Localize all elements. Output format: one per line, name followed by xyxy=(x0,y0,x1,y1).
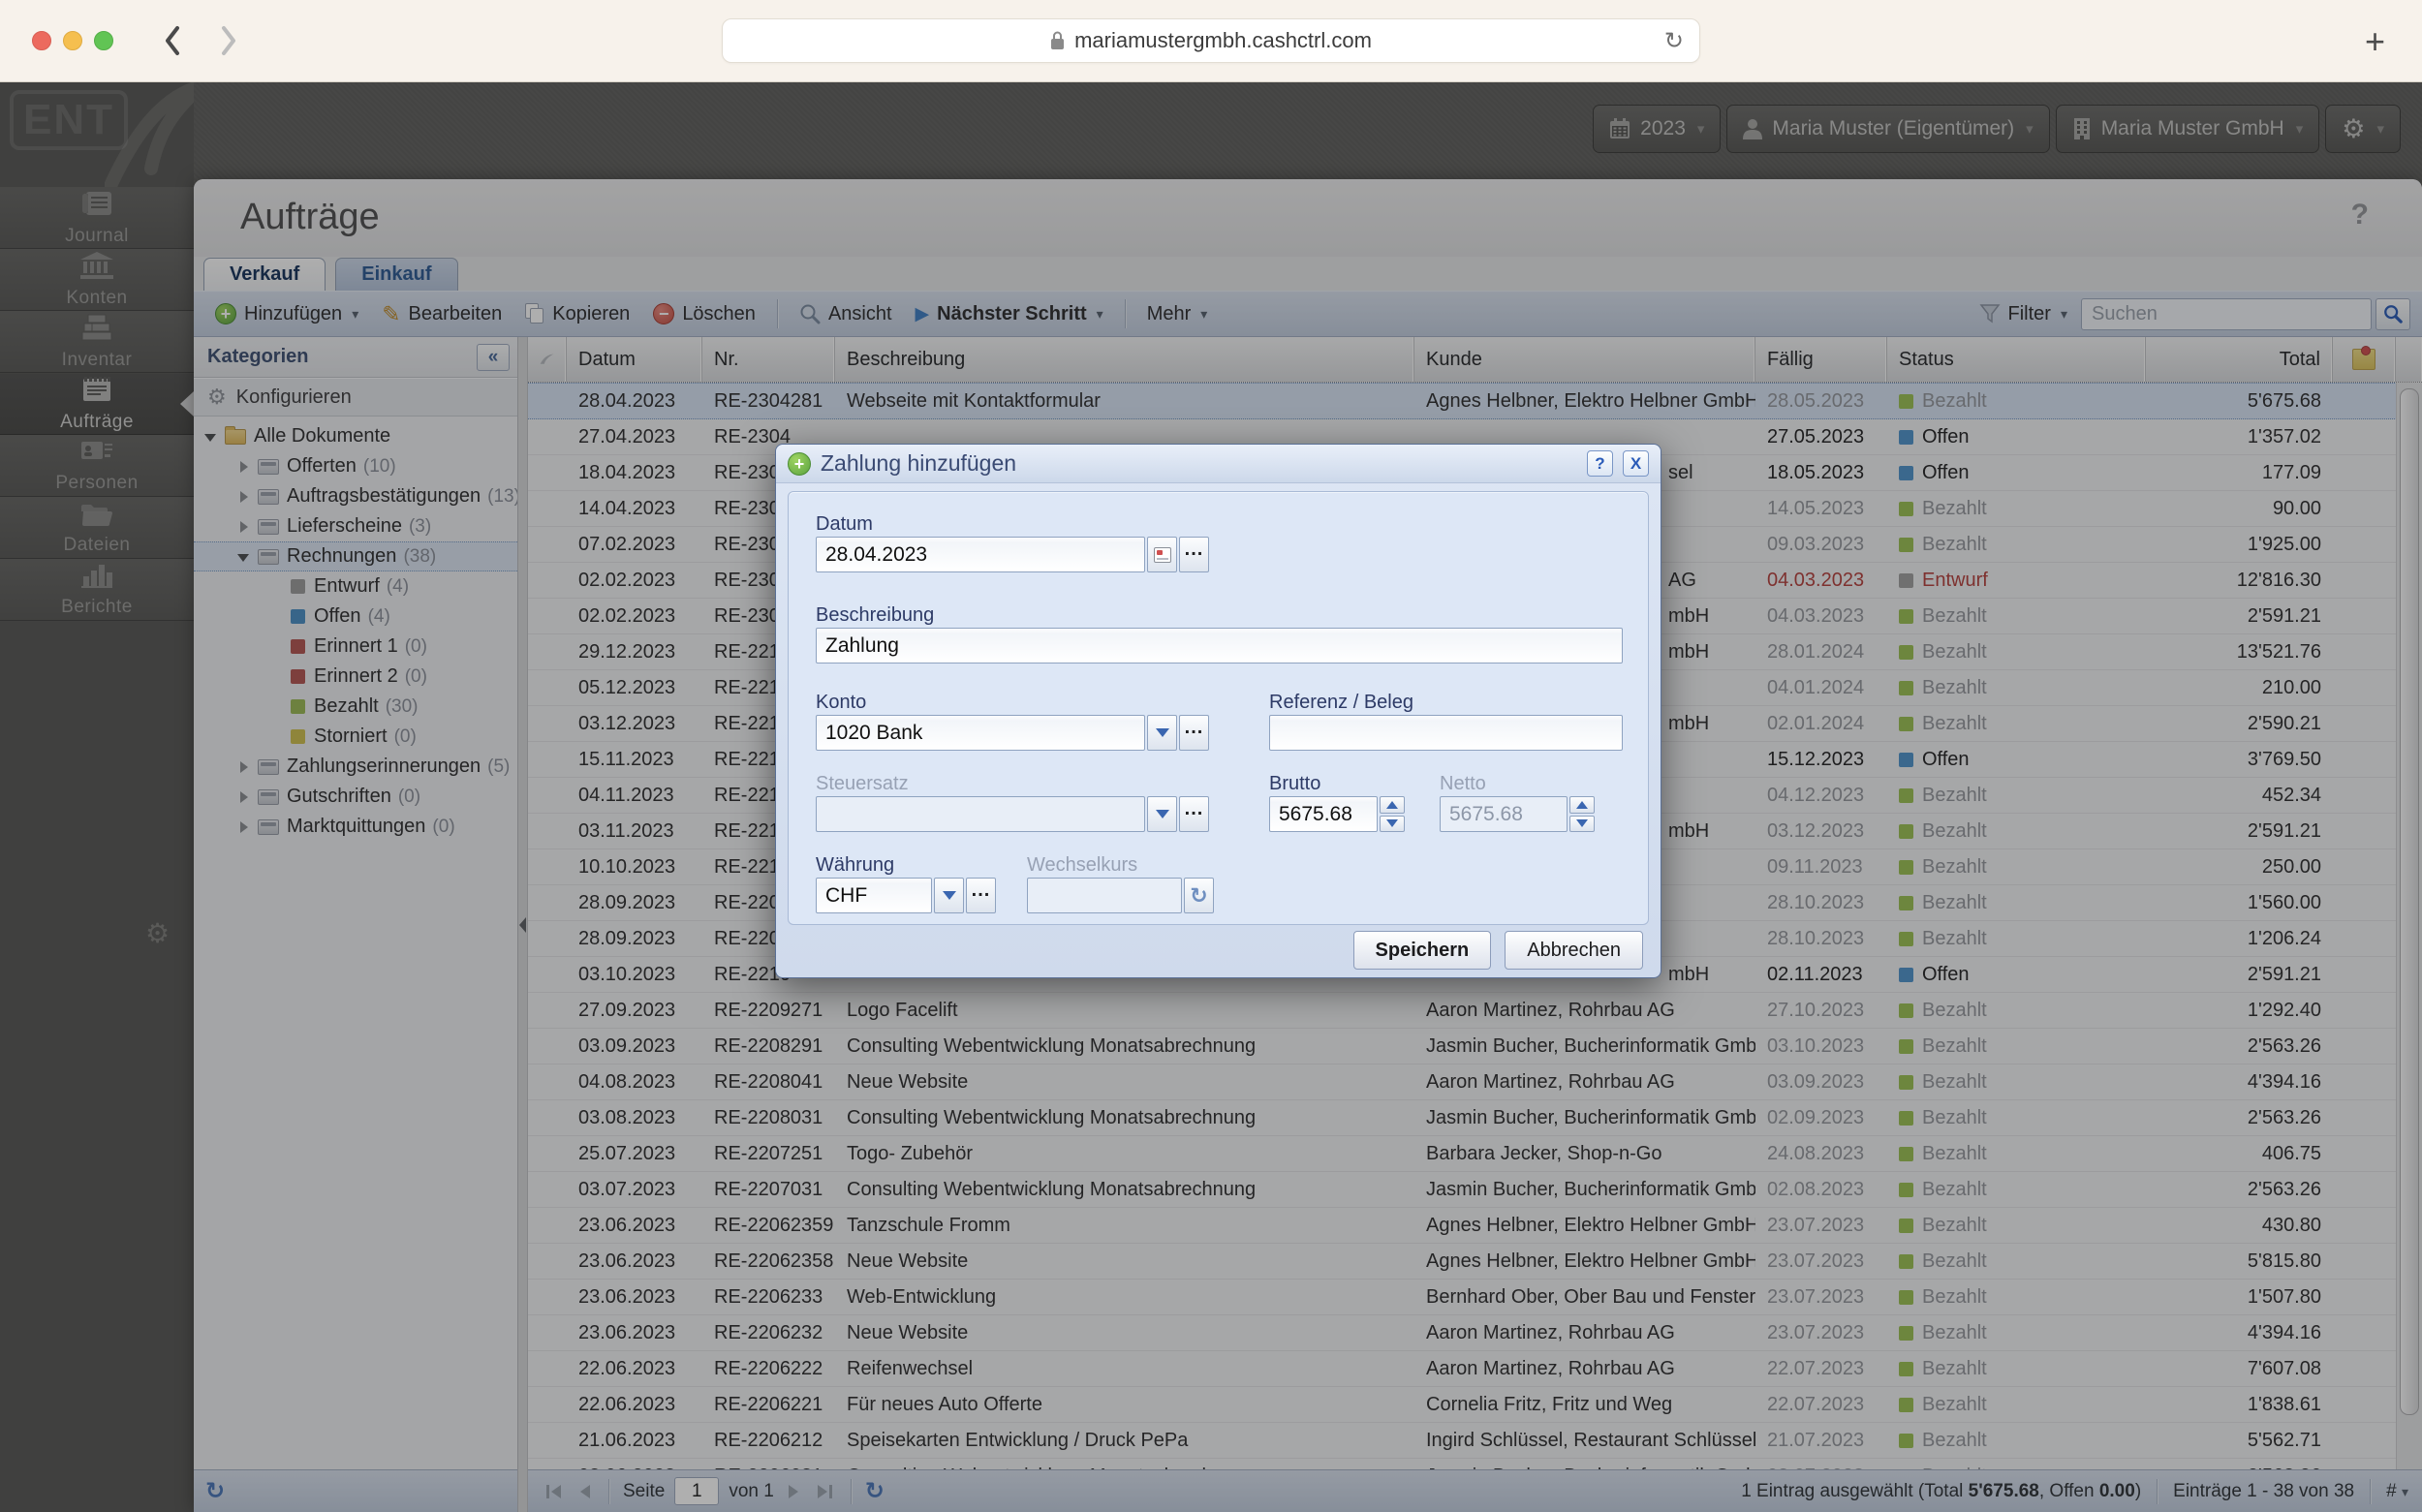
netto-spinner xyxy=(1569,796,1595,832)
exchange-rate-refresh-button[interactable]: ↻ xyxy=(1184,878,1214,913)
dialog-close-button[interactable]: X xyxy=(1623,450,1649,477)
date-picker-button[interactable] xyxy=(1147,537,1177,572)
steuersatz-dropdown-button[interactable] xyxy=(1147,796,1177,832)
referenz-input[interactable] xyxy=(1269,715,1623,751)
plus-circle-icon: + xyxy=(788,452,811,476)
netto-label: Netto xyxy=(1440,773,1486,795)
lock-icon xyxy=(1050,31,1065,50)
beschreibung-label: Beschreibung xyxy=(816,604,934,627)
wechselkurs-input xyxy=(1027,878,1182,913)
steuersatz-label: Steuersatz xyxy=(816,773,909,795)
wechselkurs-label: Wechselkurs xyxy=(1027,854,1137,877)
chevron-down-icon xyxy=(943,891,956,900)
url-text: mariamustergmbh.cashctrl.com xyxy=(1074,28,1372,53)
address-bar[interactable]: mariamustergmbh.cashctrl.com ↻ xyxy=(722,18,1700,63)
konto-more-button[interactable]: ... xyxy=(1179,715,1209,751)
refresh-icon: ↻ xyxy=(1190,883,1207,909)
new-tab-icon[interactable]: + xyxy=(2365,21,2385,62)
konto-combo[interactable] xyxy=(816,715,1145,751)
calendar-icon xyxy=(1154,547,1171,563)
reload-icon[interactable]: ↻ xyxy=(1664,27,1684,55)
brutto-label: Brutto xyxy=(1269,773,1320,795)
steuersatz-more-button[interactable]: ... xyxy=(1179,796,1209,832)
cancel-button[interactable]: Abbrechen xyxy=(1505,931,1643,970)
chevron-down-icon xyxy=(1156,810,1169,818)
netto-input xyxy=(1440,796,1568,832)
back-icon[interactable] xyxy=(153,21,192,60)
waehrung-combo[interactable] xyxy=(816,878,932,913)
konto-dropdown-button[interactable] xyxy=(1147,715,1177,751)
beschreibung-input[interactable] xyxy=(816,628,1623,663)
zoom-window-icon[interactable] xyxy=(94,31,113,50)
datum-more-button[interactable]: ... xyxy=(1179,537,1209,572)
payment-dialog: + Zahlung hinzufügen ? X Datum ... Besch… xyxy=(775,444,1661,978)
chevron-down-icon xyxy=(1156,728,1169,737)
app-background: 2023 ▾ Maria Muster (Eigentümer) ▾ Maria… xyxy=(0,82,2422,1512)
spin-up-icon xyxy=(1576,801,1588,809)
steuersatz-combo xyxy=(816,796,1145,832)
konto-label: Konto xyxy=(816,692,866,714)
referenz-label: Referenz / Beleg xyxy=(1269,692,1413,714)
browser-chrome: mariamustergmbh.cashctrl.com ↻ + xyxy=(0,0,2422,82)
datum-input[interactable] xyxy=(816,537,1145,572)
spin-up-icon xyxy=(1386,801,1398,809)
brutto-spinner[interactable] xyxy=(1380,796,1405,832)
minimize-window-icon[interactable] xyxy=(63,31,82,50)
spin-down-icon xyxy=(1576,819,1588,827)
dialog-titlebar: + Zahlung hinzufügen ? X xyxy=(776,445,1661,483)
dialog-footer: Speichern Abbrechen xyxy=(776,923,1661,977)
waehrung-label: Währung xyxy=(816,854,894,877)
dialog-help-button[interactable]: ? xyxy=(1587,450,1613,477)
spin-down-icon xyxy=(1386,819,1398,827)
save-button[interactable]: Speichern xyxy=(1353,931,1492,970)
waehrung-more-button[interactable]: ... xyxy=(966,878,996,913)
dialog-title: Zahlung hinzufügen xyxy=(821,450,1577,477)
brutto-input[interactable] xyxy=(1269,796,1378,832)
dialog-form: Datum ... Beschreibung Konto ... Referen… xyxy=(788,491,1649,925)
close-window-icon[interactable] xyxy=(32,31,51,50)
datum-label: Datum xyxy=(816,513,873,536)
waehrung-dropdown-button[interactable] xyxy=(934,878,964,913)
forward-icon xyxy=(209,21,248,60)
